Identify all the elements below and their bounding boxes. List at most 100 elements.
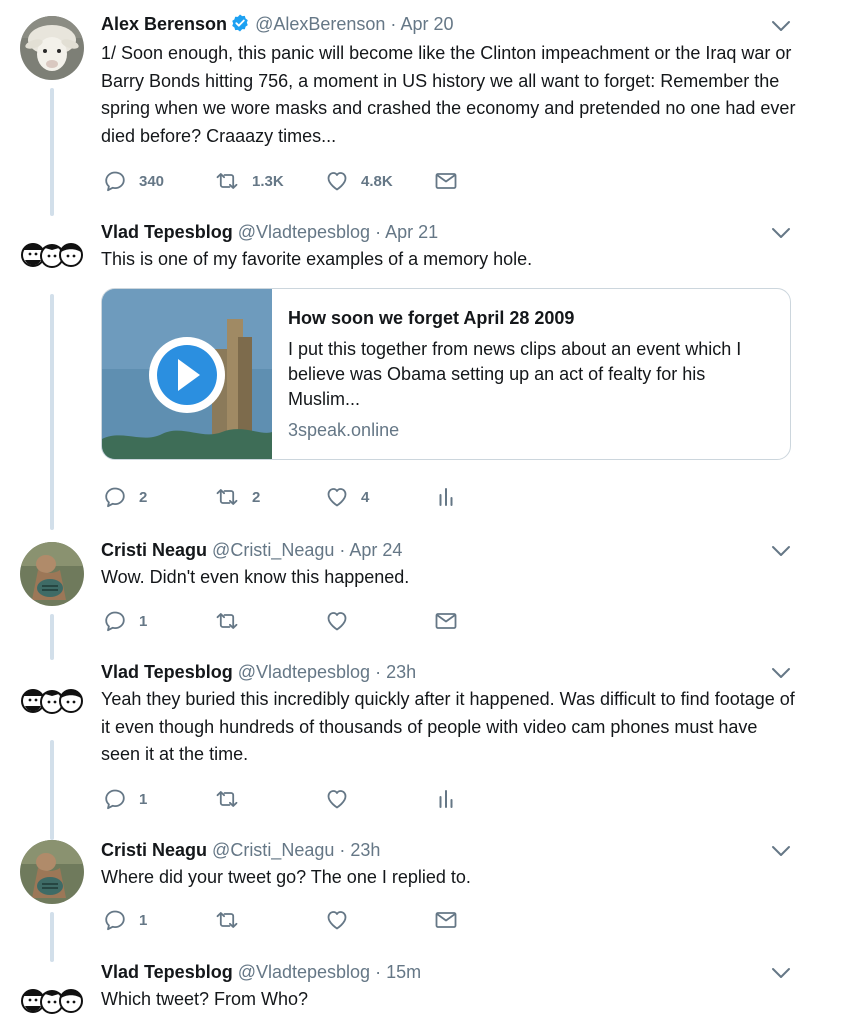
timestamp[interactable]: 15m xyxy=(386,962,421,982)
display-name[interactable]: Alex Berenson xyxy=(101,14,227,34)
tweet-header: Cristi Neagu @Cristi_Neagu · 23h xyxy=(101,839,380,861)
heart-icon xyxy=(325,169,349,193)
tweet-header: Alex Berenson @AlexBerenson · Apr 20 xyxy=(101,13,453,35)
chevron-down-icon[interactable] xyxy=(771,966,791,980)
timestamp[interactable]: Apr 24 xyxy=(349,540,402,560)
chevron-down-icon[interactable] xyxy=(771,544,791,558)
tweet-header: Vlad Tepesblog @Vladtepesblog · Apr 21 xyxy=(101,221,438,243)
reply-icon xyxy=(103,908,127,932)
tweet-text: Wow. Didn't even know this happened. xyxy=(101,567,410,587)
like-button[interactable] xyxy=(325,784,349,814)
retweet-button[interactable] xyxy=(214,606,240,636)
direct-message-button[interactable] xyxy=(434,606,458,636)
direct-message-button[interactable] xyxy=(434,905,458,935)
verified-badge-icon xyxy=(230,13,250,33)
thread-line xyxy=(50,88,54,216)
handle[interactable]: @Cristi_Neagu xyxy=(212,540,334,560)
reply-count: 340 xyxy=(139,172,165,190)
retweet-button[interactable]: 1.3K xyxy=(214,166,284,196)
retweet-count: 2 xyxy=(252,488,261,506)
retweet-icon xyxy=(214,609,240,633)
envelope-icon xyxy=(434,908,458,932)
avatar[interactable] xyxy=(20,668,84,732)
display-name[interactable]: Cristi Neagu xyxy=(101,540,207,560)
handle[interactable]: @Cristi_Neagu xyxy=(212,840,334,860)
like-button[interactable]: 4 xyxy=(325,482,369,512)
heart-icon xyxy=(325,787,349,811)
separator: · xyxy=(375,662,382,682)
avatar[interactable] xyxy=(20,840,84,904)
display-name[interactable]: Vlad Tepesblog xyxy=(101,222,233,242)
analytics-button[interactable] xyxy=(434,482,458,512)
tweet-text: Which tweet? From Who? xyxy=(101,989,309,1009)
tweet[interactable]: Alex Berenson @AlexBerenson · Apr 20 1/ … xyxy=(0,0,850,216)
reply-icon xyxy=(103,609,127,633)
reply-count: 1 xyxy=(139,612,148,630)
tweet-text: 1/ Soon enough, this panic will become l… xyxy=(101,43,796,146)
display-name[interactable]: Vlad Tepesblog xyxy=(101,662,233,682)
handle[interactable]: @AlexBerenson xyxy=(255,14,385,34)
card-title: How soon we forget April 28 2009 xyxy=(288,308,575,328)
avatar[interactable] xyxy=(20,16,84,80)
retweet-icon xyxy=(214,787,240,811)
analytics-button[interactable] xyxy=(434,784,458,814)
handle[interactable]: @Vladtepesblog xyxy=(238,662,370,682)
separator: · xyxy=(339,840,346,860)
chevron-down-icon[interactable] xyxy=(771,844,791,858)
reply-button[interactable]: 1 xyxy=(103,905,147,935)
play-icon[interactable] xyxy=(102,289,272,460)
retweet-button[interactable]: 2 xyxy=(214,482,260,512)
reply-count: 2 xyxy=(139,488,148,506)
reply-button[interactable]: 2 xyxy=(103,482,147,512)
tweet-header: Vlad Tepesblog @Vladtepesblog · 23h xyxy=(101,661,416,683)
tweet-text: Yeah they buried this incredibly quickly… xyxy=(101,689,795,764)
retweet-icon xyxy=(214,908,240,932)
timestamp[interactable]: 23h xyxy=(386,662,416,682)
like-button[interactable] xyxy=(325,905,349,935)
like-button[interactable] xyxy=(325,606,349,636)
retweet-icon xyxy=(214,169,240,193)
display-name[interactable]: Vlad Tepesblog xyxy=(101,962,233,982)
tweet[interactable]: Cristi Neagu @Cristi_Neagu · Apr 24 Wow.… xyxy=(0,528,850,660)
heart-icon xyxy=(325,485,349,509)
tweet[interactable]: Vlad Tepesblog @Vladtepesblog · 23h Yeah… xyxy=(0,650,850,840)
heart-icon xyxy=(325,609,349,633)
handle[interactable]: @Vladtepesblog xyxy=(238,222,370,242)
like-count: 4 xyxy=(361,488,370,506)
chevron-down-icon[interactable] xyxy=(771,666,791,680)
chevron-down-icon[interactable] xyxy=(771,226,791,240)
retweet-button[interactable] xyxy=(214,905,240,935)
tweet[interactable]: Vlad Tepesblog @Vladtepesblog · Apr 21 T… xyxy=(0,208,850,530)
separator: · xyxy=(375,222,382,242)
separator: · xyxy=(339,540,346,560)
card-thumbnail[interactable] xyxy=(102,289,272,460)
tweet-header: Vlad Tepesblog @Vladtepesblog · 15m xyxy=(101,961,421,983)
reply-icon xyxy=(103,787,127,811)
timestamp[interactable]: 23h xyxy=(350,840,380,860)
thread-line xyxy=(50,740,54,840)
display-name[interactable]: Cristi Neagu xyxy=(101,840,207,860)
handle[interactable]: @Vladtepesblog xyxy=(238,962,370,982)
reply-button[interactable]: 1 xyxy=(103,784,147,814)
avatar[interactable] xyxy=(20,968,84,1024)
retweet-count: 1.3K xyxy=(252,172,284,190)
link-card[interactable]: How soon we forget April 28 2009 I put t… xyxy=(101,288,791,460)
reply-button[interactable]: 1 xyxy=(103,606,147,636)
analytics-icon xyxy=(434,485,458,509)
avatar[interactable] xyxy=(20,222,84,286)
tweet-header: Cristi Neagu @Cristi_Neagu · Apr 24 xyxy=(101,539,402,561)
tweet-text: Where did your tweet go? The one I repli… xyxy=(101,867,471,887)
retweet-button[interactable] xyxy=(214,784,240,814)
avatar[interactable] xyxy=(20,542,84,606)
direct-message-button[interactable] xyxy=(434,166,458,196)
chevron-down-icon[interactable] xyxy=(771,19,791,33)
tweet[interactable]: Cristi Neagu @Cristi_Neagu · 23h Where d… xyxy=(0,830,850,962)
timestamp[interactable]: Apr 21 xyxy=(385,222,438,242)
like-button[interactable]: 4.8K xyxy=(325,166,393,196)
tweet-text: This is one of my favorite examples of a… xyxy=(101,249,533,269)
reply-button[interactable]: 340 xyxy=(103,166,164,196)
heart-icon xyxy=(325,908,349,932)
tweet[interactable]: Vlad Tepesblog @Vladtepesblog · 15m Whic… xyxy=(0,952,850,1024)
timestamp[interactable]: Apr 20 xyxy=(400,14,453,34)
envelope-icon xyxy=(434,169,458,193)
